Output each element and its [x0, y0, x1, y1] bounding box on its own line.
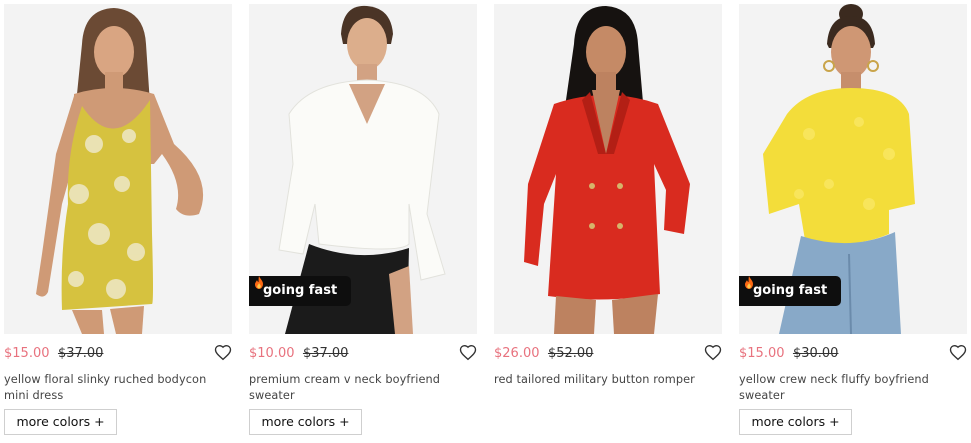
heart-outline-icon[interactable]	[214, 344, 232, 362]
price-row: $26.00 $52.00	[494, 344, 722, 364]
going-fast-badge: going fast	[739, 276, 842, 306]
product-image[interactable]	[494, 4, 722, 334]
product-card[interactable]: going fast $15.00 $30.00 yellow crew nec…	[739, 0, 967, 443]
product-grid: $15.00 $37.00 yellow floral slinky ruche…	[0, 0, 971, 443]
product-image[interactable]	[4, 4, 232, 334]
price-row: $15.00 $30.00	[739, 344, 967, 364]
flame-icon	[745, 276, 753, 289]
flame-icon	[255, 276, 263, 289]
product-name[interactable]: premium cream v neck boyfriend sweater	[249, 372, 477, 403]
original-price: $37.00	[302, 346, 349, 361]
sale-price: $26.00	[494, 346, 540, 361]
more-colors-button[interactable]: more colors +	[739, 409, 852, 435]
product-name[interactable]: red tailored military button romper	[494, 372, 722, 388]
price-row: $10.00 $37.00	[249, 344, 477, 364]
heart-outline-icon[interactable]	[949, 344, 967, 362]
more-colors-button[interactable]: more colors +	[4, 409, 117, 435]
price-row: $15.00 $37.00	[4, 344, 232, 364]
sale-price: $15.00	[739, 346, 785, 361]
heart-outline-icon[interactable]	[459, 344, 477, 362]
original-price: $52.00	[547, 346, 594, 361]
product-card[interactable]: $26.00 $52.00 red tailored military butt…	[494, 0, 722, 443]
badge-label: going fast	[263, 283, 338, 298]
heart-outline-icon[interactable]	[704, 344, 722, 362]
product-name[interactable]: yellow crew neck fluffy boyfriend sweate…	[739, 372, 967, 403]
product-name[interactable]: yellow floral slinky ruched bodycon mini…	[4, 372, 232, 403]
more-colors-button[interactable]: more colors +	[249, 409, 362, 435]
product-card[interactable]: going fast $10.00 $37.00 premium cream v…	[249, 0, 477, 443]
badge-label: going fast	[753, 283, 828, 298]
sale-price: $15.00	[4, 346, 50, 361]
sale-price: $10.00	[249, 346, 295, 361]
product-image[interactable]: going fast	[739, 4, 967, 334]
product-card[interactable]: $15.00 $37.00 yellow floral slinky ruche…	[4, 0, 232, 443]
product-image[interactable]: going fast	[249, 4, 477, 334]
original-price: $37.00	[57, 346, 104, 361]
original-price: $30.00	[792, 346, 839, 361]
going-fast-badge: going fast	[249, 276, 352, 306]
